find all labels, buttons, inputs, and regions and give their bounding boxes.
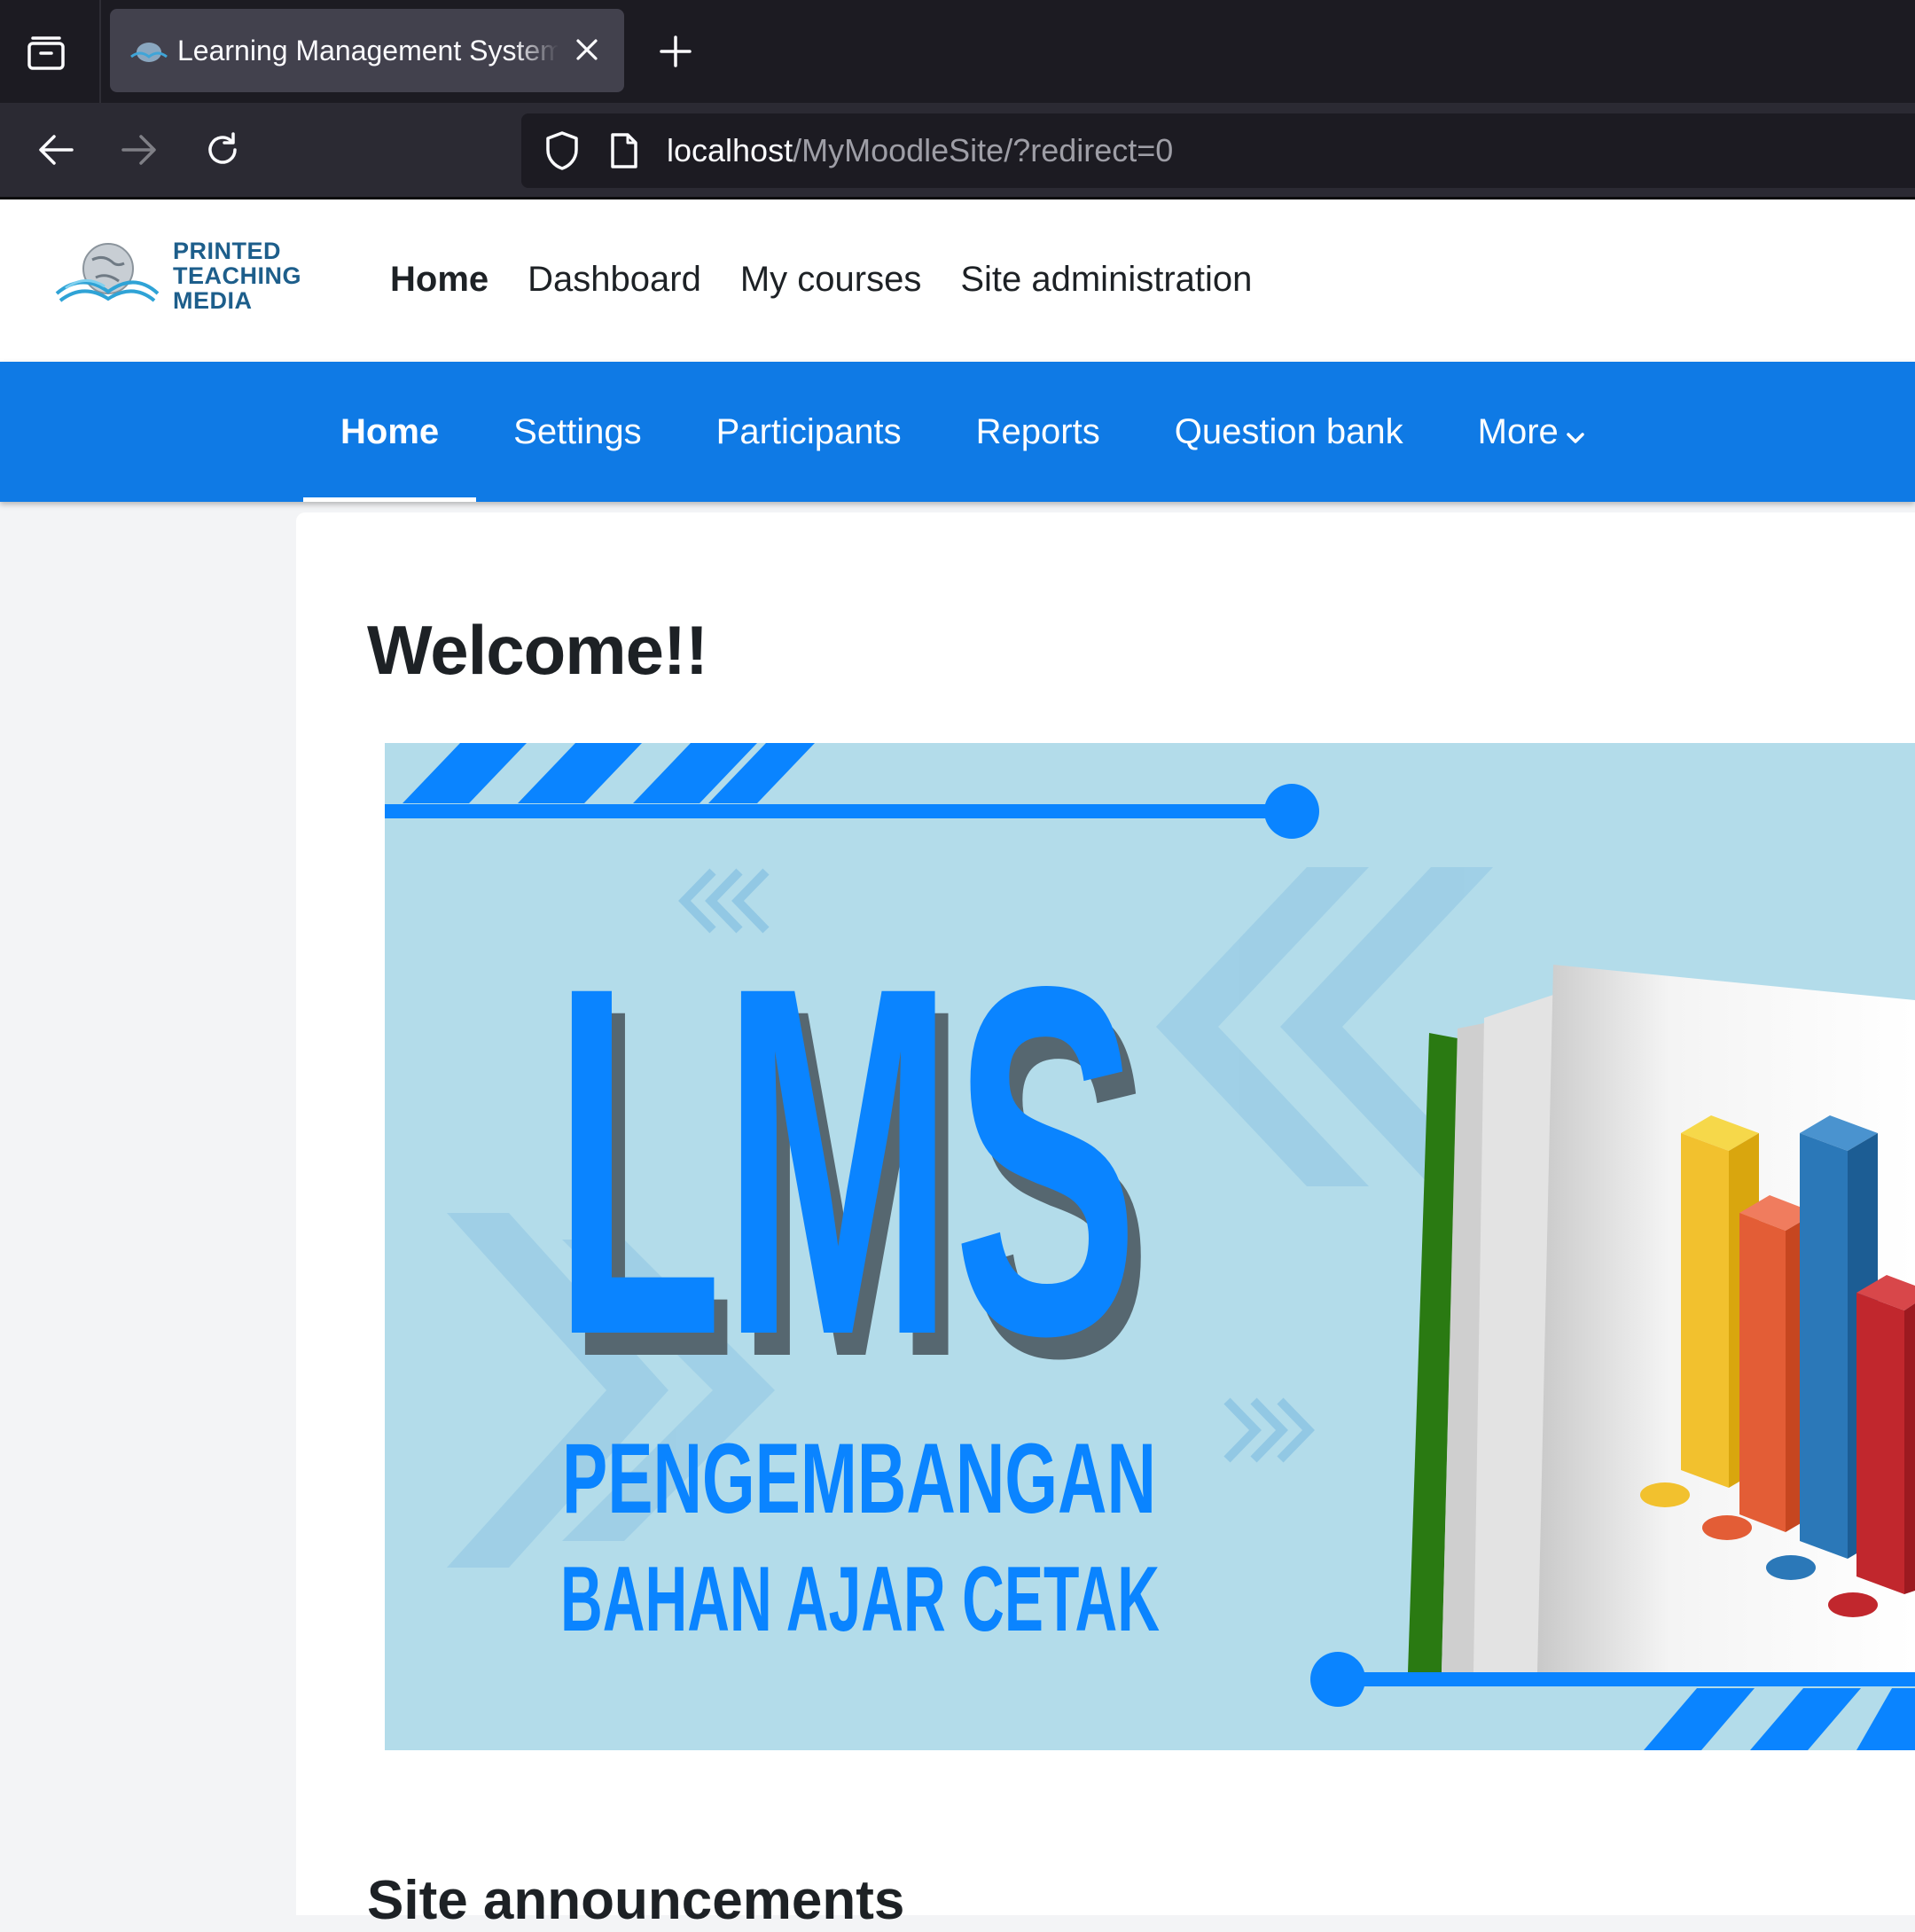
page-info-icon[interactable] <box>605 129 644 172</box>
secondary-nav-reports[interactable]: Reports <box>939 362 1137 502</box>
site-favicon-icon <box>129 37 168 64</box>
browser-tab-active[interactable]: Learning Management System o <box>110 9 624 92</box>
primary-navigation: Home Dashboard My courses Site administr… <box>390 253 1252 306</box>
secondary-nav-question-bank-label: Question bank <box>1174 412 1403 451</box>
tab-manager-icon[interactable] <box>20 27 73 80</box>
secondary-nav-more[interactable]: More <box>1441 362 1622 502</box>
primary-nav-my-courses[interactable]: My courses <box>740 253 922 306</box>
reload-icon[interactable] <box>200 128 245 172</box>
lms-banner-image: LMS LMS PENGEMBANGAN BAHAN AJAR CETAK <box>385 743 1915 1750</box>
secondary-nav-settings[interactable]: Settings <box>476 362 679 502</box>
site-header: PRINTED TEACHING MEDIA Home Dashboard My… <box>0 199 1915 362</box>
secondary-nav-participants-label: Participants <box>715 412 902 451</box>
back-arrow-icon[interactable] <box>34 128 78 172</box>
close-tab-icon[interactable] <box>569 32 605 67</box>
main-content-region: Welcome!! LMS LMS PENGEMBANGAN BAHAN AJA… <box>296 512 1915 1931</box>
browser-tab-bar: Learning Management System o <box>0 0 1915 103</box>
logo-globe-book-icon <box>55 243 160 302</box>
primary-nav-site-administration[interactable]: Site administration <box>960 253 1252 306</box>
secondary-nav-question-bank[interactable]: Question bank <box>1137 362 1441 502</box>
banner-headline: LMS <box>553 883 1138 1438</box>
banner-line-1: PENGEMBANGAN <box>562 1423 1156 1534</box>
secondary-navigation: Home Settings Participants Reports Quest… <box>0 362 1915 502</box>
logo-line-2: TEACHING <box>173 262 301 289</box>
logo-line-3: MEDIA <box>173 287 253 314</box>
new-tab-plus-icon[interactable] <box>656 32 695 71</box>
secondary-nav-reports-label: Reports <box>975 412 1100 451</box>
chevron-down-icon <box>1566 364 1585 504</box>
primary-nav-dashboard[interactable]: Dashboard <box>528 253 701 306</box>
url-text[interactable]: localhost/MyMoodleSite/?redirect=0 <box>667 126 1173 176</box>
url-path: /MyMoodleSite/?redirect=0 <box>793 132 1174 168</box>
tracking-protection-shield-icon[interactable] <box>541 129 583 172</box>
primary-nav-home[interactable]: Home <box>390 253 489 306</box>
secondary-nav-settings-label: Settings <box>513 412 642 451</box>
forward-arrow-icon[interactable] <box>117 128 161 172</box>
page-title: Welcome!! <box>367 611 708 689</box>
secondary-nav-home-label: Home <box>340 412 440 451</box>
browser-nav-bar: localhost/MyMoodleSite/?redirect=0 <box>0 103 1915 199</box>
site-announcements-heading: Site announcements <box>367 1870 905 1931</box>
tab-separator <box>99 0 101 103</box>
logo-line-1: PRINTED <box>173 238 282 264</box>
secondary-nav-more-label: More <box>1477 412 1559 451</box>
secondary-nav-participants[interactable]: Participants <box>679 362 939 502</box>
site-logo[interactable]: PRINTED TEACHING MEDIA <box>53 239 310 327</box>
logo-text: PRINTED TEACHING MEDIA <box>173 239 301 313</box>
banner-line-2: BAHAN AJAR CETAK <box>560 1548 1160 1651</box>
url-bar[interactable]: localhost/MyMoodleSite/?redirect=0 <box>521 113 1915 188</box>
tab-title: Learning Management System o <box>177 35 559 66</box>
url-host: localhost <box>667 132 793 168</box>
secondary-nav-home[interactable]: Home <box>303 362 477 502</box>
